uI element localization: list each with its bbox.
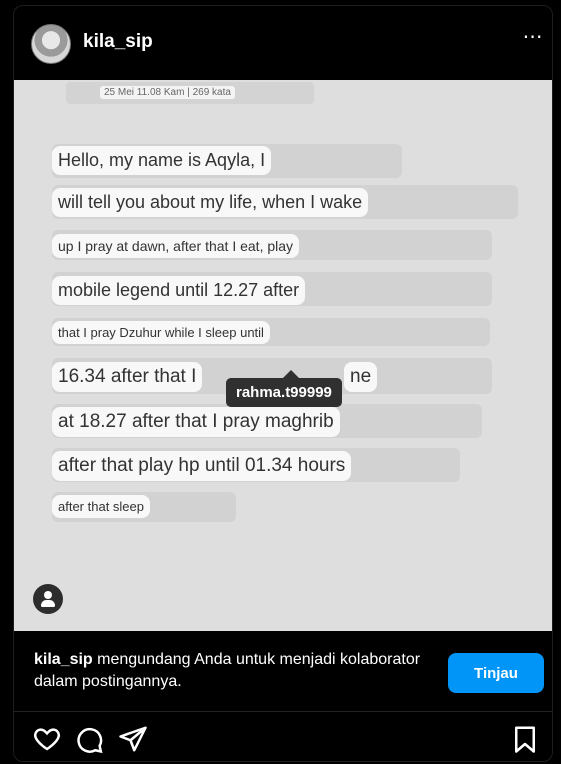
post-frame: kila_sip ⋯ 25 Mei 11.08 Kam | 269 kata H… xyxy=(13,5,553,762)
post-text-line: Hello, my name is Aqyla, I xyxy=(52,146,272,175)
heart-icon[interactable] xyxy=(32,724,62,754)
post-header: kila_sip ⋯ xyxy=(14,6,552,80)
post-text-line: mobile legend until 12.27 after xyxy=(52,276,306,305)
post-text-line: at 18.27 after that I pray maghrib xyxy=(52,407,340,437)
avatar[interactable] xyxy=(31,24,71,64)
post-text-line: up I pray at dawn, after that I eat, pla… xyxy=(52,234,300,258)
invite-username[interactable]: kila_sip xyxy=(34,651,93,668)
post-text-line: will tell you about my life, when I wake xyxy=(52,188,369,217)
comment-icon[interactable] xyxy=(74,724,104,754)
post-text-line: 16.34 after that I xyxy=(52,362,203,392)
share-icon[interactable] xyxy=(118,724,148,754)
bookmark-icon[interactable] xyxy=(510,724,540,754)
post-text-line: that I pray Dzuhur while I sleep until xyxy=(52,321,270,344)
user-tag-icon[interactable] xyxy=(33,584,63,614)
post-timestamp: 25 Mei 11.08 Kam | 269 kata xyxy=(100,86,235,99)
invite-text: kila_sip mengundang Anda untuk menjadi k… xyxy=(34,649,429,693)
collab-invite: kila_sip mengundang Anda untuk menjadi k… xyxy=(14,631,552,712)
post-username[interactable]: kila_sip xyxy=(83,31,153,53)
review-button[interactable]: Tinjau xyxy=(448,653,544,693)
post-media[interactable]: 25 Mei 11.08 Kam | 269 kata Hello, my na… xyxy=(14,80,552,631)
post-text-line: ne xyxy=(344,362,378,392)
post-text-line: after that sleep xyxy=(52,495,150,518)
invite-message: mengundang Anda untuk menjadi kolaborato… xyxy=(34,651,421,690)
action-bar xyxy=(14,712,552,761)
tagged-user[interactable]: rahma.t99999 xyxy=(226,378,342,407)
more-options-icon[interactable]: ⋯ xyxy=(518,27,548,52)
post-text-line: after that play hp until 01.34 hours xyxy=(52,451,352,481)
